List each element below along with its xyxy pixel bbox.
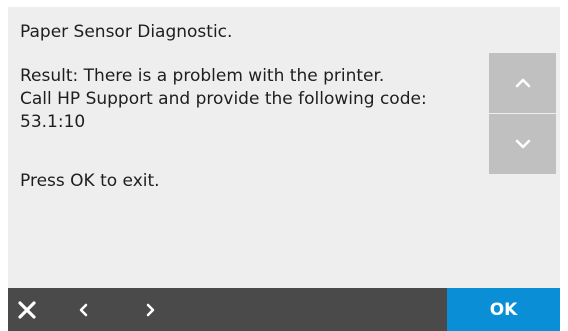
chevron-up-icon bbox=[515, 78, 530, 88]
message-result: Result: There is a problem with the prin… bbox=[20, 66, 427, 132]
bottom-bar: OK bbox=[8, 288, 560, 331]
message-panel: Paper Sensor Diagnostic. Result: There i… bbox=[20, 21, 480, 193]
chevron-down-icon bbox=[515, 139, 530, 149]
scroll-down-button[interactable] bbox=[489, 114, 556, 174]
message-title: Paper Sensor Diagnostic. bbox=[20, 22, 233, 42]
ok-button[interactable]: OK bbox=[447, 288, 560, 331]
chevron-right-icon bbox=[146, 303, 155, 316]
back-button[interactable] bbox=[68, 288, 98, 331]
chevron-left-icon bbox=[79, 303, 88, 316]
scroll-up-button[interactable] bbox=[489, 53, 556, 113]
close-icon bbox=[18, 300, 36, 319]
forward-button[interactable] bbox=[136, 288, 166, 331]
message-instruction: Press OK to exit. bbox=[20, 171, 160, 191]
close-button[interactable] bbox=[12, 288, 42, 331]
diagnostic-screen: Paper Sensor Diagnostic. Result: There i… bbox=[8, 7, 560, 331]
